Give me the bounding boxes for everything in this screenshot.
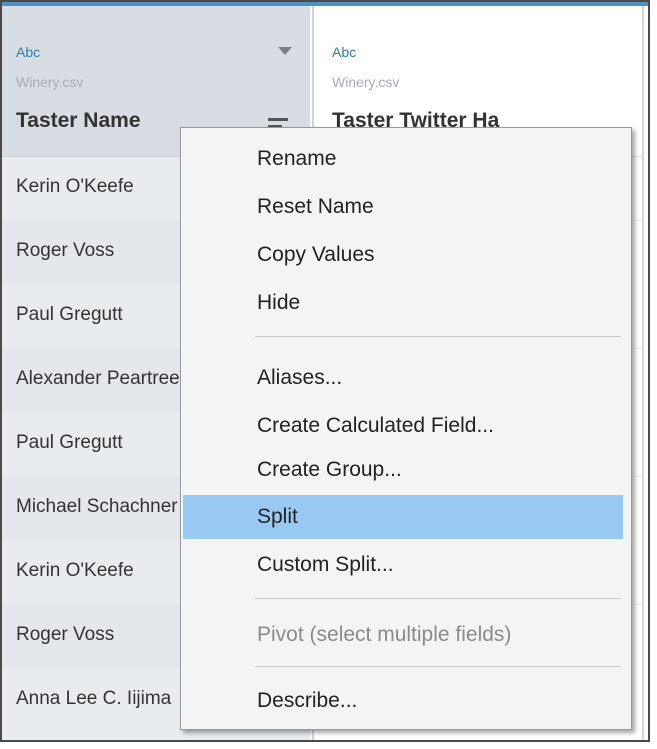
menu-item-split[interactable]: Split [183,495,623,539]
cell-value: Michael Schachner [16,496,178,517]
cell-value: Paul Gregutt [16,304,123,325]
cell-value: Kerin O'Keefe [16,176,134,197]
source-label: Winery.csv [332,74,400,90]
menu-item-copy-values[interactable]: Copy Values [183,236,623,274]
menu-item-rename[interactable]: Rename [183,140,623,178]
field-name: Taster Name [16,109,141,132]
source-label: Winery.csv [16,74,84,90]
menu-item-aliases[interactable]: Aliases... [183,359,623,397]
menu-item-hide[interactable]: Hide [183,284,623,322]
menu-separator [255,666,621,667]
cell-value: Alexander Peartree [16,368,180,389]
data-type-label[interactable]: Abc [16,44,40,60]
cell-value: Paul Gregutt [16,432,123,453]
menu-item-create-calculated-field[interactable]: Create Calculated Field... [183,407,623,445]
menu-separator [255,598,621,599]
data-type-label[interactable]: Abc [332,44,356,60]
cell-value: Roger Voss [16,624,115,645]
context-menu: Rename Reset Name Copy Values Hide Alias… [180,127,632,730]
menu-separator [255,336,621,337]
menu-item-describe[interactable]: Describe... [183,682,623,720]
cell-value: Anna Lee C. Iijima [16,688,172,709]
menu-item-custom-split[interactable]: Custom Split... [183,546,623,584]
menu-item-create-group[interactable]: Create Group... [183,451,623,489]
column-partial[interactable] [642,6,648,740]
cell-value: Kerin O'Keefe [16,560,134,581]
menu-item-pivot: Pivot (select multiple fields) [257,623,512,646]
menu-item-reset-name[interactable]: Reset Name [183,188,623,226]
chevron-down-icon[interactable] [278,47,292,55]
cell-value: Roger Voss [16,240,115,261]
